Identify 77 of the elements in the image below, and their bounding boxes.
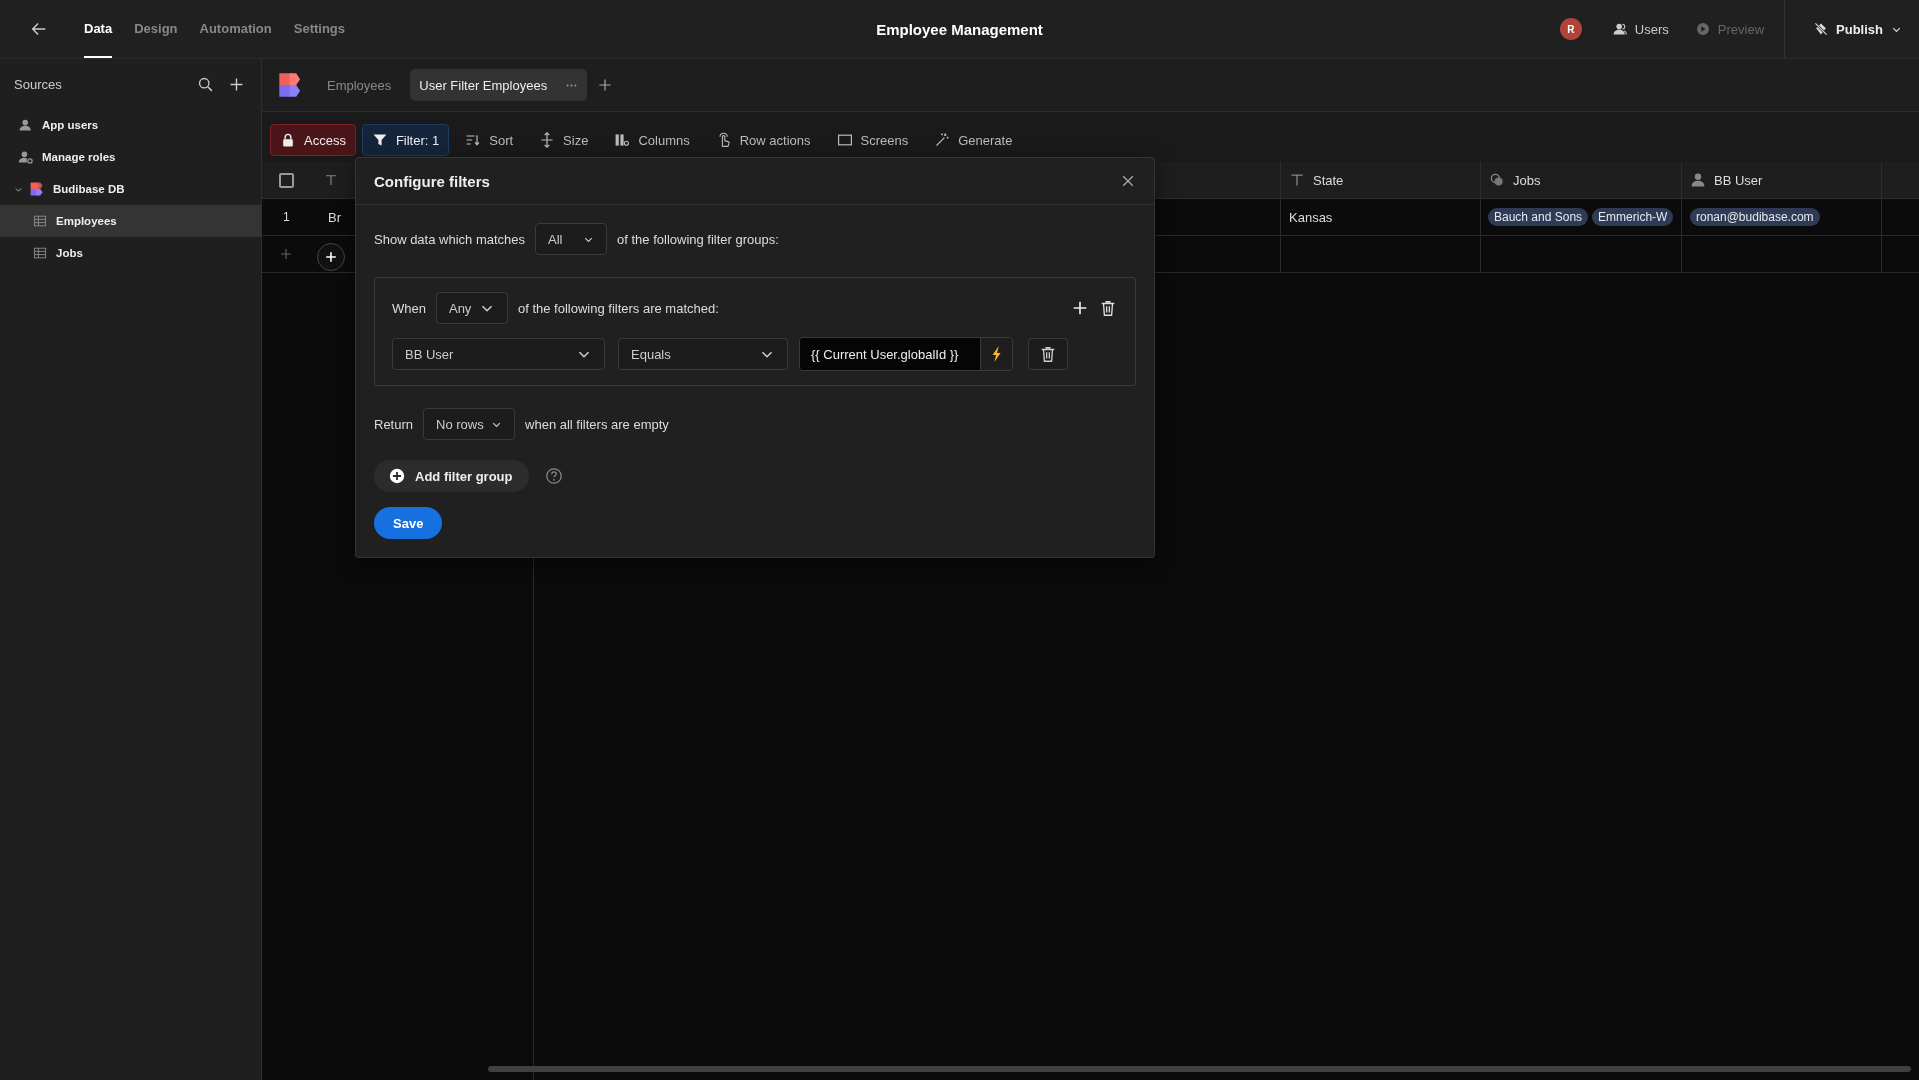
logo-icon [29,181,45,197]
trash-icon [1039,345,1057,363]
table-icon [32,245,48,261]
return-label: Return [374,416,414,432]
return-label: when all filters are empty [525,416,669,432]
columns-icon [614,132,631,148]
link-type-icon [1489,172,1505,188]
row-actions-button[interactable]: Row actions [705,124,821,156]
when-label: When [392,300,426,316]
text-type-icon [1289,172,1305,188]
sidebar-title: Sources [14,76,63,92]
screens-icon [836,132,853,148]
nav-tab[interactable]: Design [134,0,178,58]
sort-icon [465,132,482,148]
field-dropdown[interactable]: BB User [392,338,605,370]
filter-icon [371,132,388,148]
return-dropdown[interactable]: No rows [423,408,516,440]
filter-button[interactable]: Filter: 1 [361,124,450,156]
view-tab[interactable]: Employees [318,69,401,101]
column-header[interactable]: BB User [1682,162,1882,198]
search-icon[interactable] [197,75,214,93]
sort-button[interactable]: Sort [455,124,524,156]
table-item[interactable]: Jobs [0,237,261,269]
tag: Emmerich-W [1592,208,1674,226]
group-match-dropdown[interactable]: Any [435,292,508,324]
help-icon[interactable] [544,467,563,485]
user-gear-icon [18,149,34,165]
dialog-title: Configure filters [374,172,490,190]
save-button[interactable]: Save [374,507,443,539]
add-icon[interactable] [1071,299,1089,317]
delete-filter-button[interactable] [1028,338,1068,370]
generate-button[interactable]: Generate [924,124,1023,156]
trash-icon[interactable] [1099,299,1117,317]
users-icon [1611,21,1628,37]
column-header[interactable]: Jobs [1481,162,1682,198]
user-type-icon [1690,172,1706,188]
add-filter-group-button[interactable]: Add filter group [374,460,529,492]
match-label: Show data which matches [374,231,526,247]
user-avatar[interactable]: R [1559,18,1582,40]
table-icon [32,213,48,229]
row-number: 1 [283,210,291,224]
app-title: Employee Management [876,20,1043,38]
users-icon [18,117,34,133]
sidebar-item[interactable]: App users [0,109,261,141]
close-icon[interactable] [1120,173,1136,189]
table-cell: Kansas [1289,209,1333,225]
table-item[interactable]: Employees [0,205,261,237]
plus-icon [323,249,339,265]
nav-tab[interactable]: Automation [199,0,272,58]
match-label: of the following filter groups: [617,231,779,247]
group-match-label: of the following filters are matched: [517,300,719,316]
column-header[interactable]: State [1281,162,1481,198]
play-icon [1694,21,1711,37]
generate-icon [934,132,951,148]
match-dropdown[interactable]: All [535,223,608,255]
text-type-icon [324,173,338,187]
columns-button[interactable]: Columns [604,124,700,156]
size-icon [539,132,556,148]
back-arrow-icon[interactable] [30,20,48,38]
tag: Bauch and Sons [1488,208,1589,226]
screens-button[interactable]: Screens [826,124,919,156]
horizontal-scrollbar[interactable] [488,1066,1911,1072]
sidebar-item[interactable]: Manage roles [0,141,261,173]
size-button[interactable]: Size [529,124,599,156]
users-button[interactable]: Users [1605,21,1675,37]
table-cell: Br [328,209,341,225]
select-all-checkbox[interactable] [279,172,294,188]
sidebar-item[interactable]: Budibase DB [0,173,261,205]
operator-dropdown[interactable]: Equals [618,338,788,370]
publish-button[interactable]: Publish [1799,21,1919,37]
access-icon [280,132,296,148]
nav-tab[interactable]: Settings [293,0,346,58]
access-button[interactable]: Access [270,124,356,156]
plus-circle-icon [388,467,406,485]
view-tab[interactable]: User Filter Employees [410,69,588,101]
tag: ronan@budibase.com [1690,208,1820,226]
publish-icon [1813,21,1830,37]
